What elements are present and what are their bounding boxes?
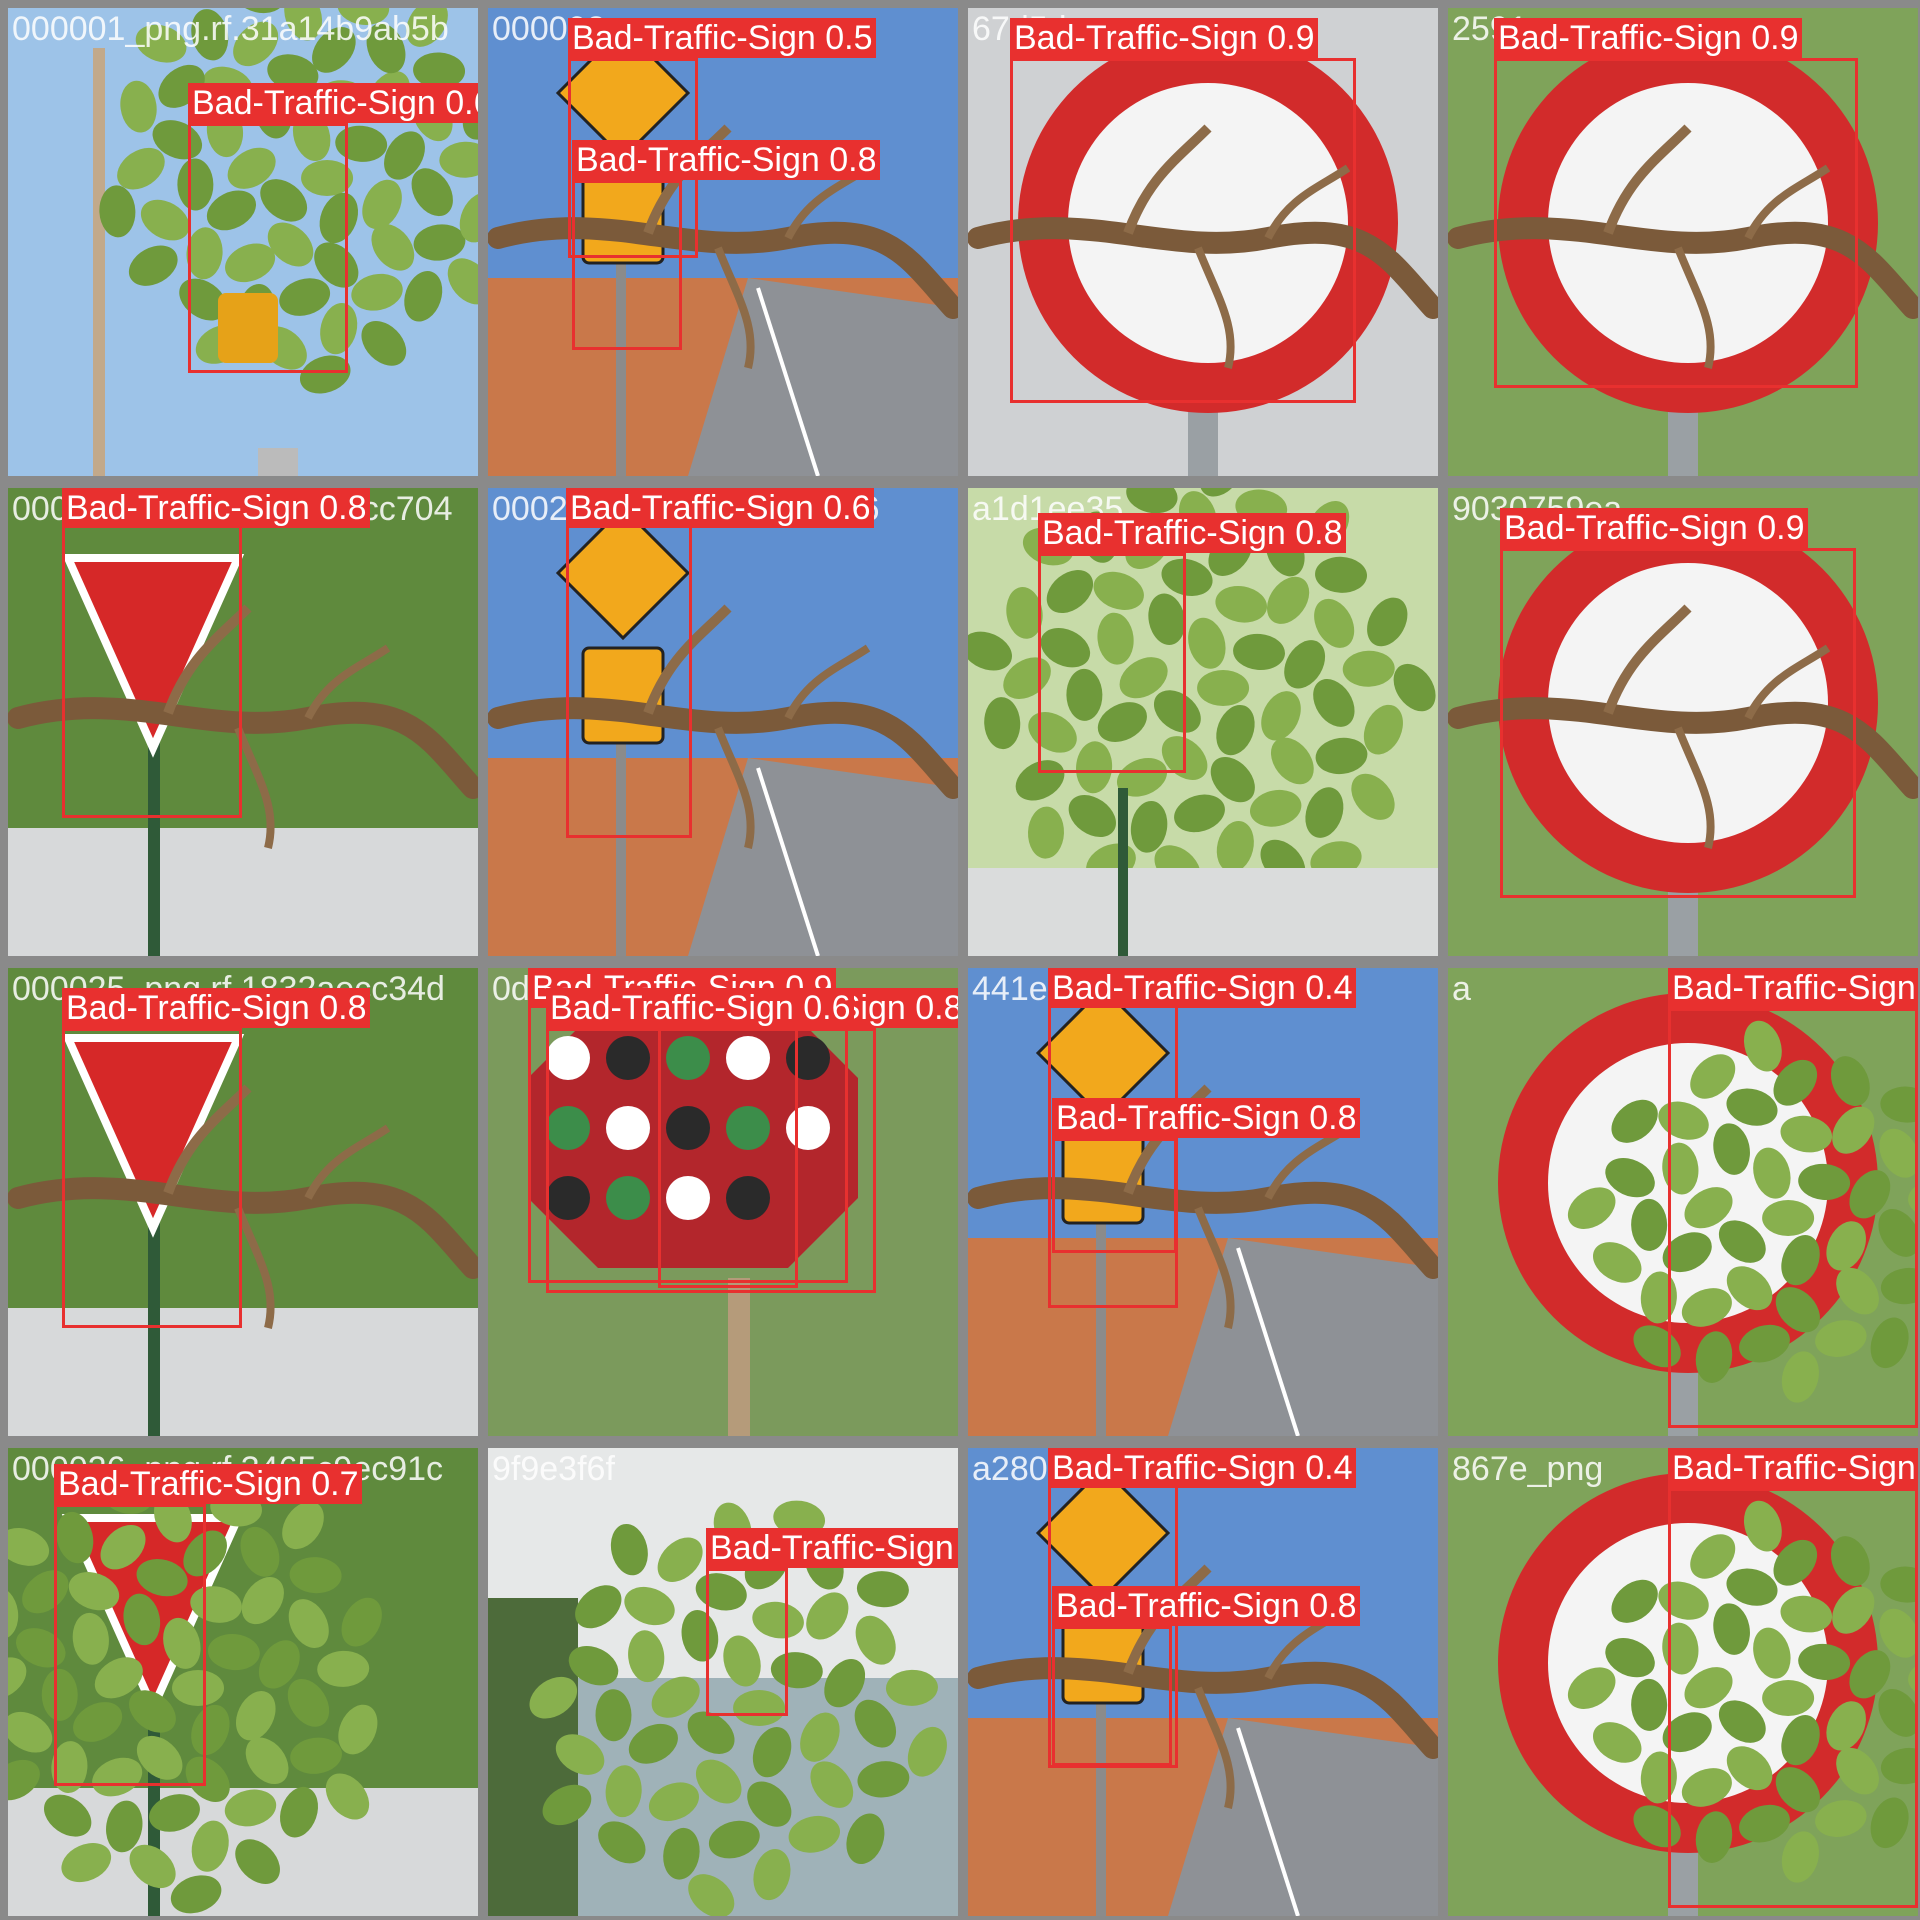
filename-text: a [1452,970,1471,1008]
image-tile: 000001_png.rf.31a14b9ab5b Bad-Traffic-Sig… [8,8,478,476]
image-tile: 000002 Bad-Traffic-Sign 0.5 Bad-Traffic-Si… [488,8,958,476]
detection-box [1668,1488,1918,1908]
detection-label: Bad-Traffic-Sign 0.3 [706,1528,958,1568]
detection-label: Bad-Traffic-Sign 0.9 [1010,18,1319,58]
image-tile: 000026_png.rf.3465c9ec91cBad-Traffic-Sig… [8,1448,478,1916]
image-tile: 000025_png.rf.1832aecc34dBad-Traffic-Sig… [8,968,478,1436]
detection-box [62,518,242,818]
detection-label: Bad-Traffic-Sign 0.8 [1052,1098,1361,1138]
filename-text: 867e_png [1452,1450,1604,1488]
image-tile: 000022_png.rf.544cf93cc704Bad-Traffic-Si… [8,488,478,956]
image-tile: 2591 Bad-Traffic-Sign 0.9 [1448,8,1918,476]
scene-image [488,488,958,956]
detection-label: Bad-Traffic-Sign 0.6 [546,988,855,1028]
detection-label: Bad-Traffic-Sign 0.8 [1038,513,1347,553]
scene-image [968,968,1438,1436]
detection-box [1500,548,1856,898]
detection-label: Bad-Traffic-Sign 0.8 [1052,1586,1361,1626]
image-tile: 9f9e3f6f Bad-Traffic-Sign 0.3 [488,1448,958,1916]
detection-label: Bad-Traffic-Sign 0.4 [1048,1448,1357,1488]
detection-label: Bad-Traffic-Sign 0.9 [1500,508,1809,548]
image-tile: 867e_png Bad-Traffic-Sign [1448,1448,1918,1916]
detection-label: Bad-Traffic-Sign 0.8 [62,988,371,1028]
image-tile: a1d1ee35 Bad-Traffic-Sign 0.8 [968,488,1438,956]
detection-label: Bad-Traffic-Sign 0.9 [1494,18,1803,58]
detection-box [1010,58,1356,403]
detection-grid: 000001_png.rf.31a14b9ab5b Bad-Traffic-Sig… [0,0,1920,1920]
detection-box [706,1568,788,1716]
detection-label: Bad-Traffic-Sign 0.7 [54,1464,363,1504]
detection-label: Bad-Traffic-Sign 0.4 [1048,968,1357,1008]
image-tile: a Bad-Traffic-Sign [1448,968,1918,1436]
path [8,828,478,956]
scene-image [968,1448,1438,1916]
sign-post [258,448,298,476]
detection-box [54,1504,206,1786]
sign-post [728,1278,750,1436]
image-tile: a280ac13b31a5Bad-Traffic-Sign 0.4Bad-Tra… [968,1448,1438,1916]
detection-box [572,180,682,350]
sign-post [1118,788,1128,956]
scene-image [488,8,958,476]
image-tile: 441e9084e46Bad-Traffic-Sign 0.4Bad-Traff… [968,968,1438,1436]
filename-text: 9f9e3f6f [492,1450,615,1488]
image-tile: 67d5dBad-Traffic-Sign 0.9 [968,8,1438,476]
detection-box [1494,58,1858,388]
detection-box [62,1028,242,1328]
detection-label: Bad-Traffic-Sign 0.8 [62,488,371,528]
detection-label: Bad-Traffic-Sign 0.5 [568,18,877,58]
detection-box [546,1028,876,1293]
detection-box [1038,553,1186,773]
detection-box [566,503,692,838]
detection-box [1052,1626,1172,1766]
image-tile: 0002_jpg.rf.3a1809a1866Bad-Traffic-Sign … [488,488,958,956]
detection-label: Bad-Traffic-Sign [1668,968,1918,1008]
utility-pole [93,48,105,476]
detection-box [1668,1008,1918,1428]
detection-label: Bad-Traffic-Sign 0.6 [188,83,478,123]
detection-box [1052,1138,1177,1253]
image-tile: 0d8Bad-Traffic-Sign 0.9Bad-Traffic-Sign … [488,968,958,1436]
detection-label: Bad-Traffic-Sign 0.6 [566,488,875,528]
detection-label: Bad-Traffic-Sign [1668,1448,1918,1488]
detection-label: Bad-Traffic-Sign 0.8 [572,140,881,180]
image-tile: 9030759eaBad-Traffic-Sign 0.9 [1448,488,1918,956]
detection-box [188,123,348,373]
filename-text: 000001_png.rf.31a14b9ab5b [12,10,449,48]
path [968,868,1438,956]
